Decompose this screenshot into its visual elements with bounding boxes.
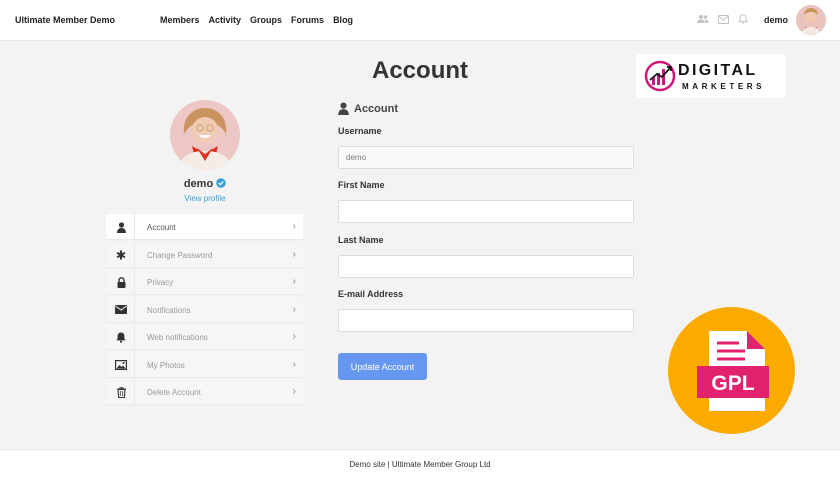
profile-avatar[interactable] <box>170 100 240 170</box>
chevron-right-icon: › <box>292 331 296 342</box>
menu-label: Change Password <box>147 250 213 260</box>
footer: Demo site | Ultimate Member Group Ltd <box>0 449 840 480</box>
menu-item-web-notifications[interactable]: Web notifications › <box>106 324 303 350</box>
last-name-label: Last Name <box>338 235 384 245</box>
nav-members[interactable]: Members <box>160 15 200 25</box>
view-profile-link[interactable]: View profile <box>150 194 260 203</box>
menu-label: Web notifications <box>147 333 208 342</box>
section-title: Account <box>354 102 398 115</box>
menu-item-notifications[interactable]: Notifications › <box>106 296 303 323</box>
nav-blog[interactable]: Blog <box>333 15 353 25</box>
envelope-icon <box>114 304 128 316</box>
account-menu: Account › Change Password › Privacy › No… <box>106 214 303 407</box>
first-name-field[interactable] <box>338 200 634 223</box>
menu-divider <box>134 296 135 323</box>
email-field[interactable] <box>338 309 634 332</box>
menu-item-my-photos[interactable]: My Photos › <box>106 351 303 378</box>
logo-word-marketers: MARKETERS <box>682 82 766 91</box>
chevron-right-icon: › <box>292 276 296 287</box>
chevron-right-icon: › <box>292 221 296 232</box>
chart-logo-icon <box>644 60 676 92</box>
user-icon <box>338 102 349 115</box>
site-title[interactable]: Ultimate Member Demo <box>15 15 115 25</box>
friends-icon[interactable] <box>697 14 709 24</box>
header-avatar[interactable] <box>796 5 826 35</box>
gpl-text: GPL <box>711 372 754 395</box>
nav-activity[interactable]: Activity <box>209 15 242 25</box>
bell-icon <box>114 331 128 343</box>
verified-badge-icon <box>216 178 226 191</box>
profile-name: demo <box>183 178 214 190</box>
notifications-icon[interactable] <box>738 14 748 24</box>
menu-divider <box>134 324 135 350</box>
asterisk-icon <box>114 249 128 261</box>
email-label: E-mail Address <box>338 289 404 299</box>
image-icon <box>114 359 128 371</box>
trash-icon <box>114 386 128 398</box>
menu-divider <box>134 351 135 378</box>
username-label: Username <box>338 126 382 136</box>
page-title: Account <box>372 57 468 84</box>
username-field[interactable] <box>338 146 634 169</box>
menu-divider <box>134 214 135 240</box>
logo-word-digital: DIGITAL <box>678 62 758 79</box>
menu-item-account[interactable]: Account › <box>106 214 303 240</box>
menu-divider <box>134 379 135 405</box>
chevron-right-icon: › <box>292 358 296 370</box>
menu-item-delete-account[interactable]: Delete Account › <box>106 379 303 405</box>
menu-divider <box>134 241 135 268</box>
lock-icon <box>114 276 128 288</box>
menu-label: Privacy <box>147 278 174 287</box>
menu-item-privacy[interactable]: Privacy › <box>106 269 303 295</box>
first-name-label: First Name <box>338 180 385 190</box>
chevron-right-icon: › <box>292 386 296 397</box>
menu-label: Delete Account <box>147 388 201 397</box>
messages-icon[interactable] <box>718 14 729 24</box>
digital-marketers-logo: DIGITAL MARKETERS <box>636 54 786 98</box>
menu-item-change-password[interactable]: Change Password › <box>106 241 303 268</box>
chevron-right-icon: › <box>292 303 296 315</box>
header-icons <box>697 14 748 24</box>
update-account-button[interactable]: Update Account <box>338 353 427 380</box>
footer-text: Demo site | Ultimate Member Group Ltd <box>349 460 491 469</box>
last-name-field[interactable] <box>338 255 634 278</box>
top-header: Ultimate Member Demo Members Activity Gr… <box>0 0 840 41</box>
menu-label: Account <box>147 223 176 232</box>
gpl-document-icon: GPL <box>697 331 769 411</box>
user-icon <box>114 221 128 233</box>
menu-divider <box>134 269 135 295</box>
gpl-badge: GPL <box>668 307 795 434</box>
nav-groups[interactable]: Groups <box>250 15 282 25</box>
chevron-right-icon: › <box>292 248 296 260</box>
account-section-heading: Account <box>338 102 398 115</box>
header-username[interactable]: demo <box>764 15 788 25</box>
menu-label: My Photos <box>147 360 185 370</box>
profile-name-row: demo <box>150 178 260 191</box>
nav-forums[interactable]: Forums <box>291 15 324 25</box>
main-nav: Members Activity Groups Forums Blog <box>160 15 353 25</box>
menu-label: Notifications <box>147 305 191 315</box>
